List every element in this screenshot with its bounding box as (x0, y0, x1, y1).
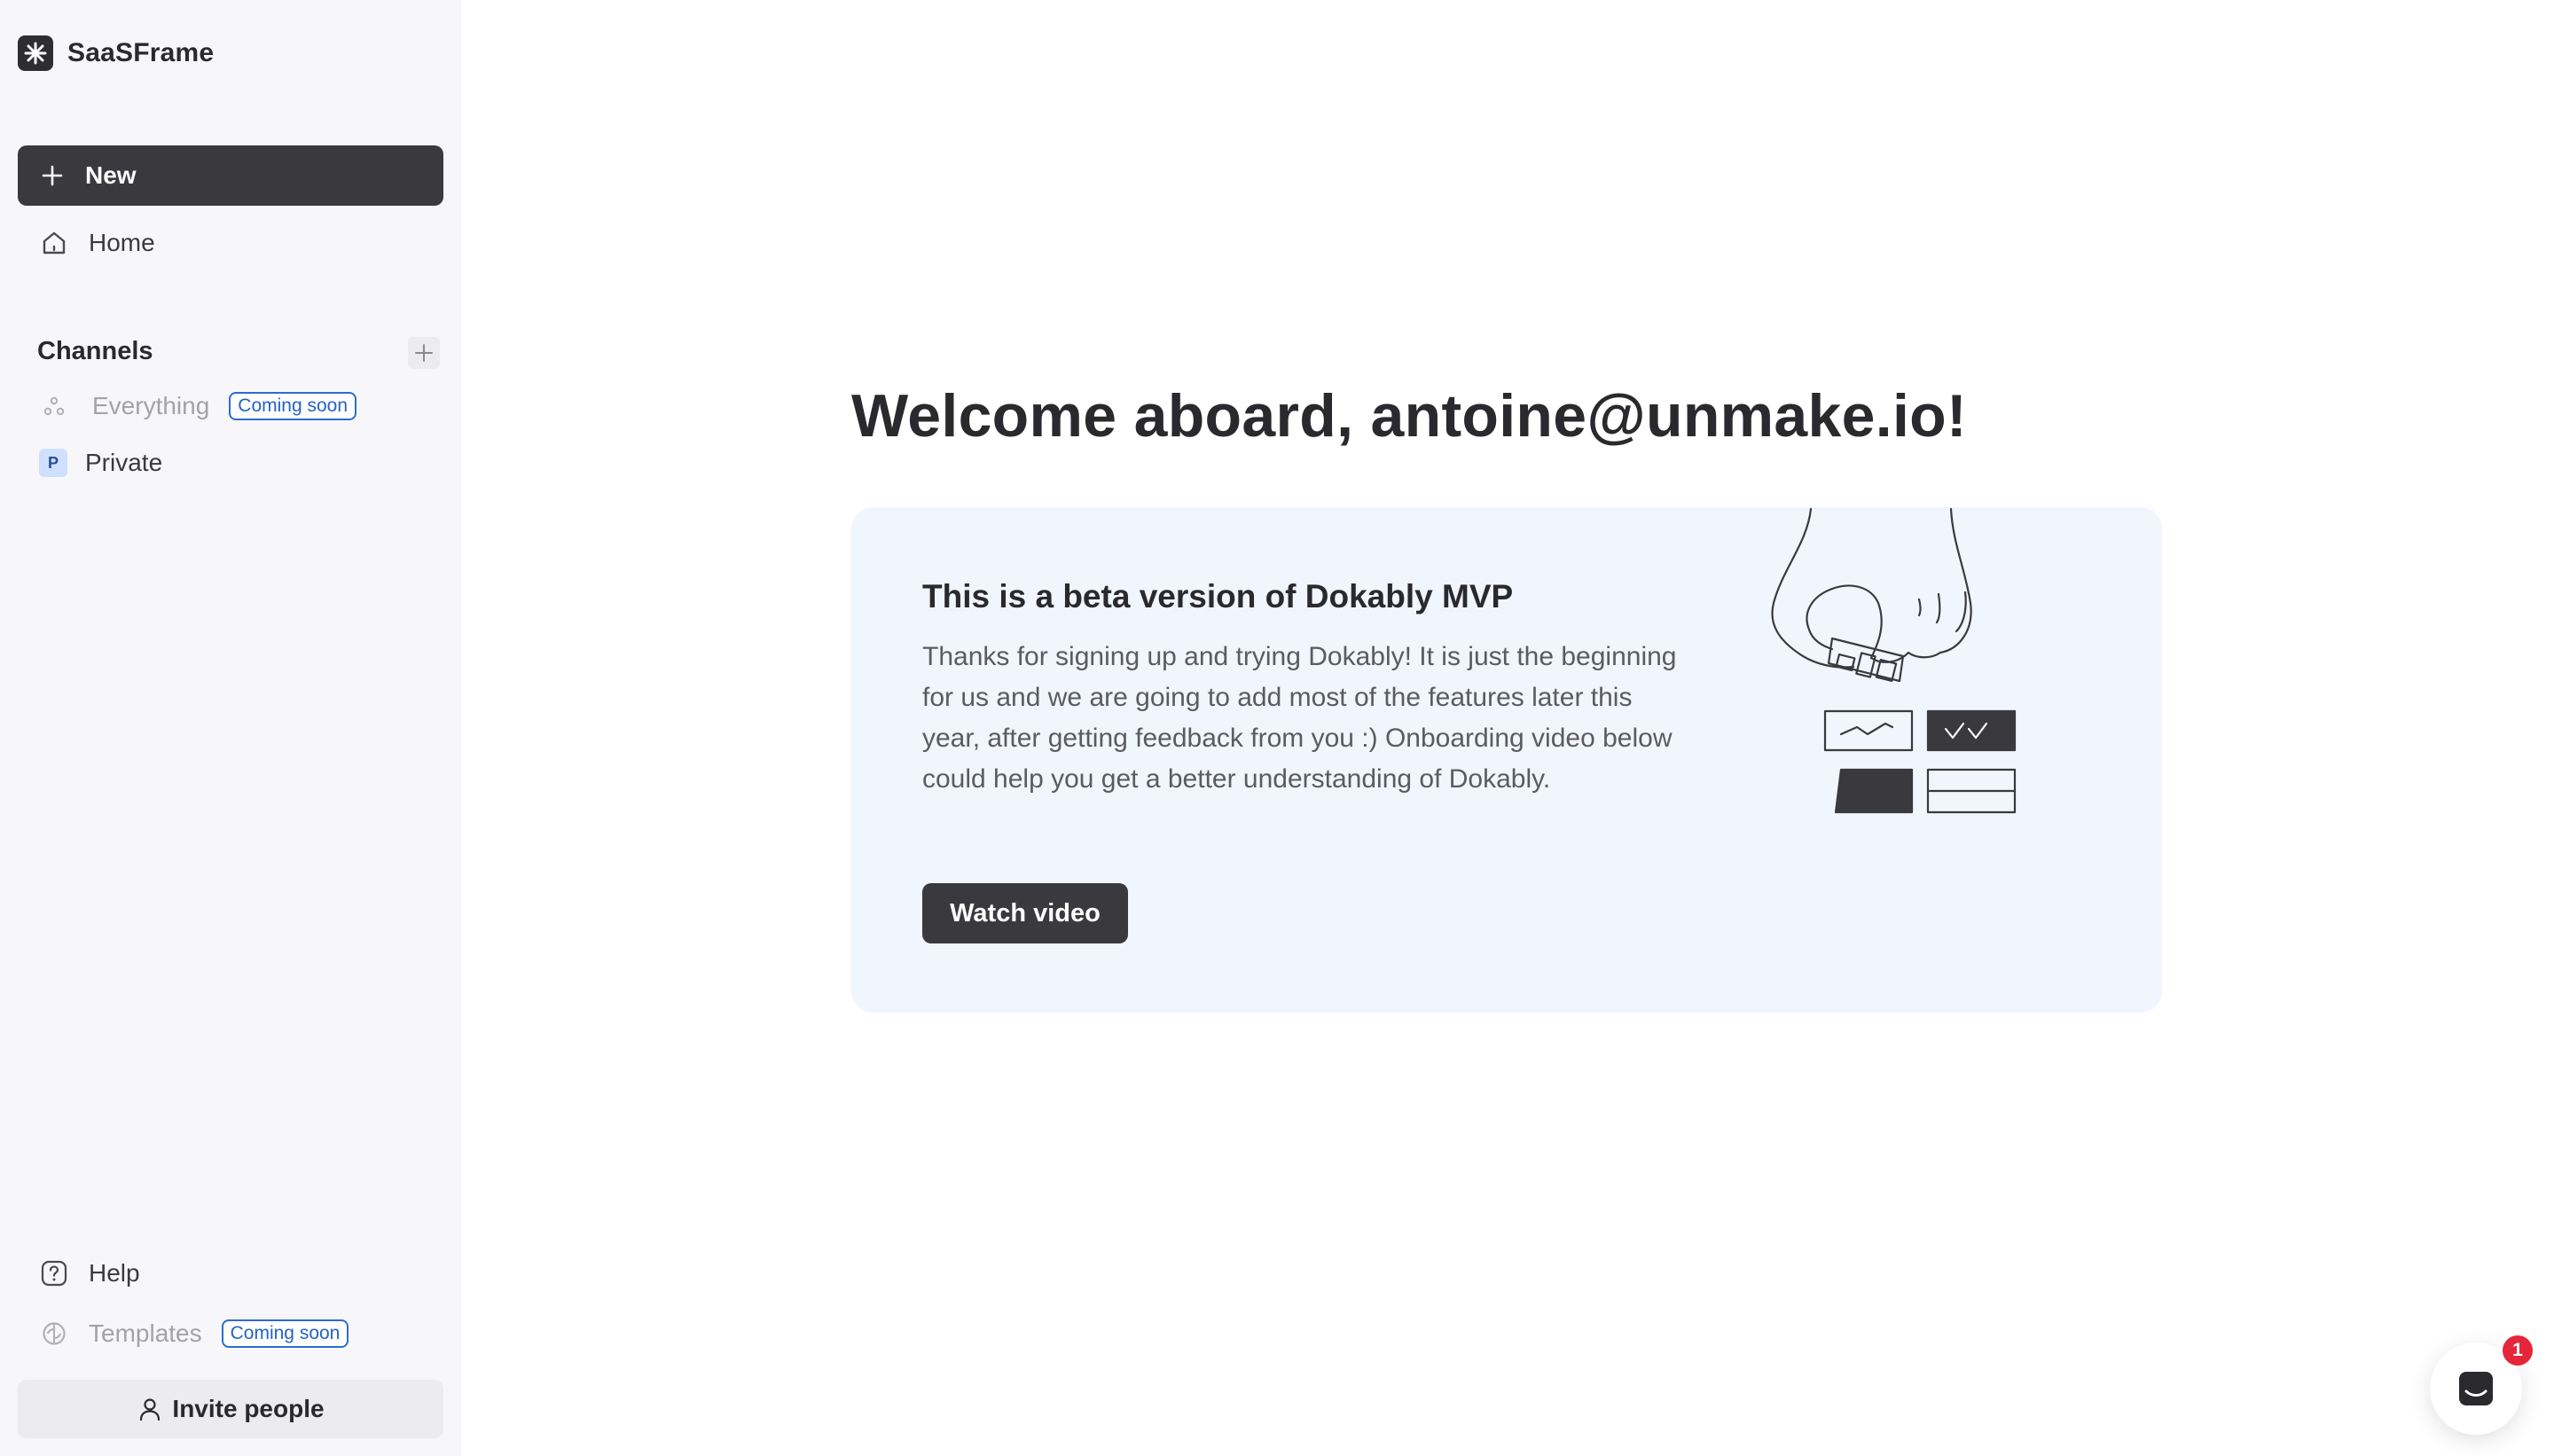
everything-icon (39, 391, 69, 421)
plus-icon (415, 344, 433, 362)
sidebar-item-help[interactable]: Help (18, 1247, 443, 1300)
beta-info-card: This is a beta version of Dokably MVP Th… (851, 507, 2162, 1013)
sidebar: SaaSFrame New Home Channels Everything C… (0, 0, 461, 1456)
templates-icon (39, 1319, 69, 1349)
add-channel-button[interactable] (408, 337, 440, 369)
help-icon (39, 1258, 69, 1288)
invite-people-label: Invite people (172, 1395, 325, 1422)
sidebar-item-templates[interactable]: Templates Coming soon (18, 1307, 443, 1360)
chat-icon (2459, 1372, 2493, 1405)
channel-everything-label: Everything (92, 392, 210, 419)
sidebar-item-help-label: Help (89, 1259, 140, 1287)
card-title: This is a beta version of Dokably MVP (922, 578, 1514, 614)
brand[interactable]: SaaSFrame (18, 35, 214, 71)
sidebar-item-home-label: Home (89, 229, 155, 256)
channels-title: Channels (37, 337, 153, 365)
watch-video-button[interactable]: Watch video (922, 883, 1128, 943)
brand-name: SaaSFrame (67, 38, 215, 67)
invite-people-button[interactable]: Invite people (18, 1380, 443, 1438)
user-icon (140, 1398, 161, 1421)
plus-icon (42, 165, 63, 186)
home-icon (39, 228, 69, 258)
channel-private[interactable]: P Private (18, 438, 443, 488)
channel-everything[interactable]: Everything Coming soon (18, 381, 443, 431)
channel-private-label: Private (85, 449, 163, 476)
coming-soon-badge: Coming soon (229, 392, 357, 420)
channel-private-avatar: P (39, 449, 67, 477)
card-body: Thanks for signing up and trying Dokably… (922, 642, 1677, 794)
sidebar-item-home[interactable]: Home (18, 216, 443, 270)
hand-placing-blocks-illustration-icon (1771, 507, 2017, 814)
new-button[interactable]: New (18, 145, 443, 206)
new-button-label: New (85, 161, 137, 189)
sparkle-logo-icon (18, 35, 53, 71)
notification-badge: 1 (2503, 1335, 2533, 1366)
coming-soon-badge: Coming soon (221, 1319, 349, 1348)
sidebar-item-templates-label: Templates (89, 1319, 202, 1347)
welcome-heading: Welcome aboard, antoine@unmake.io! (851, 382, 1967, 450)
app-root: SaaSFrame New Home Channels Everything C… (0, 0, 2554, 1456)
